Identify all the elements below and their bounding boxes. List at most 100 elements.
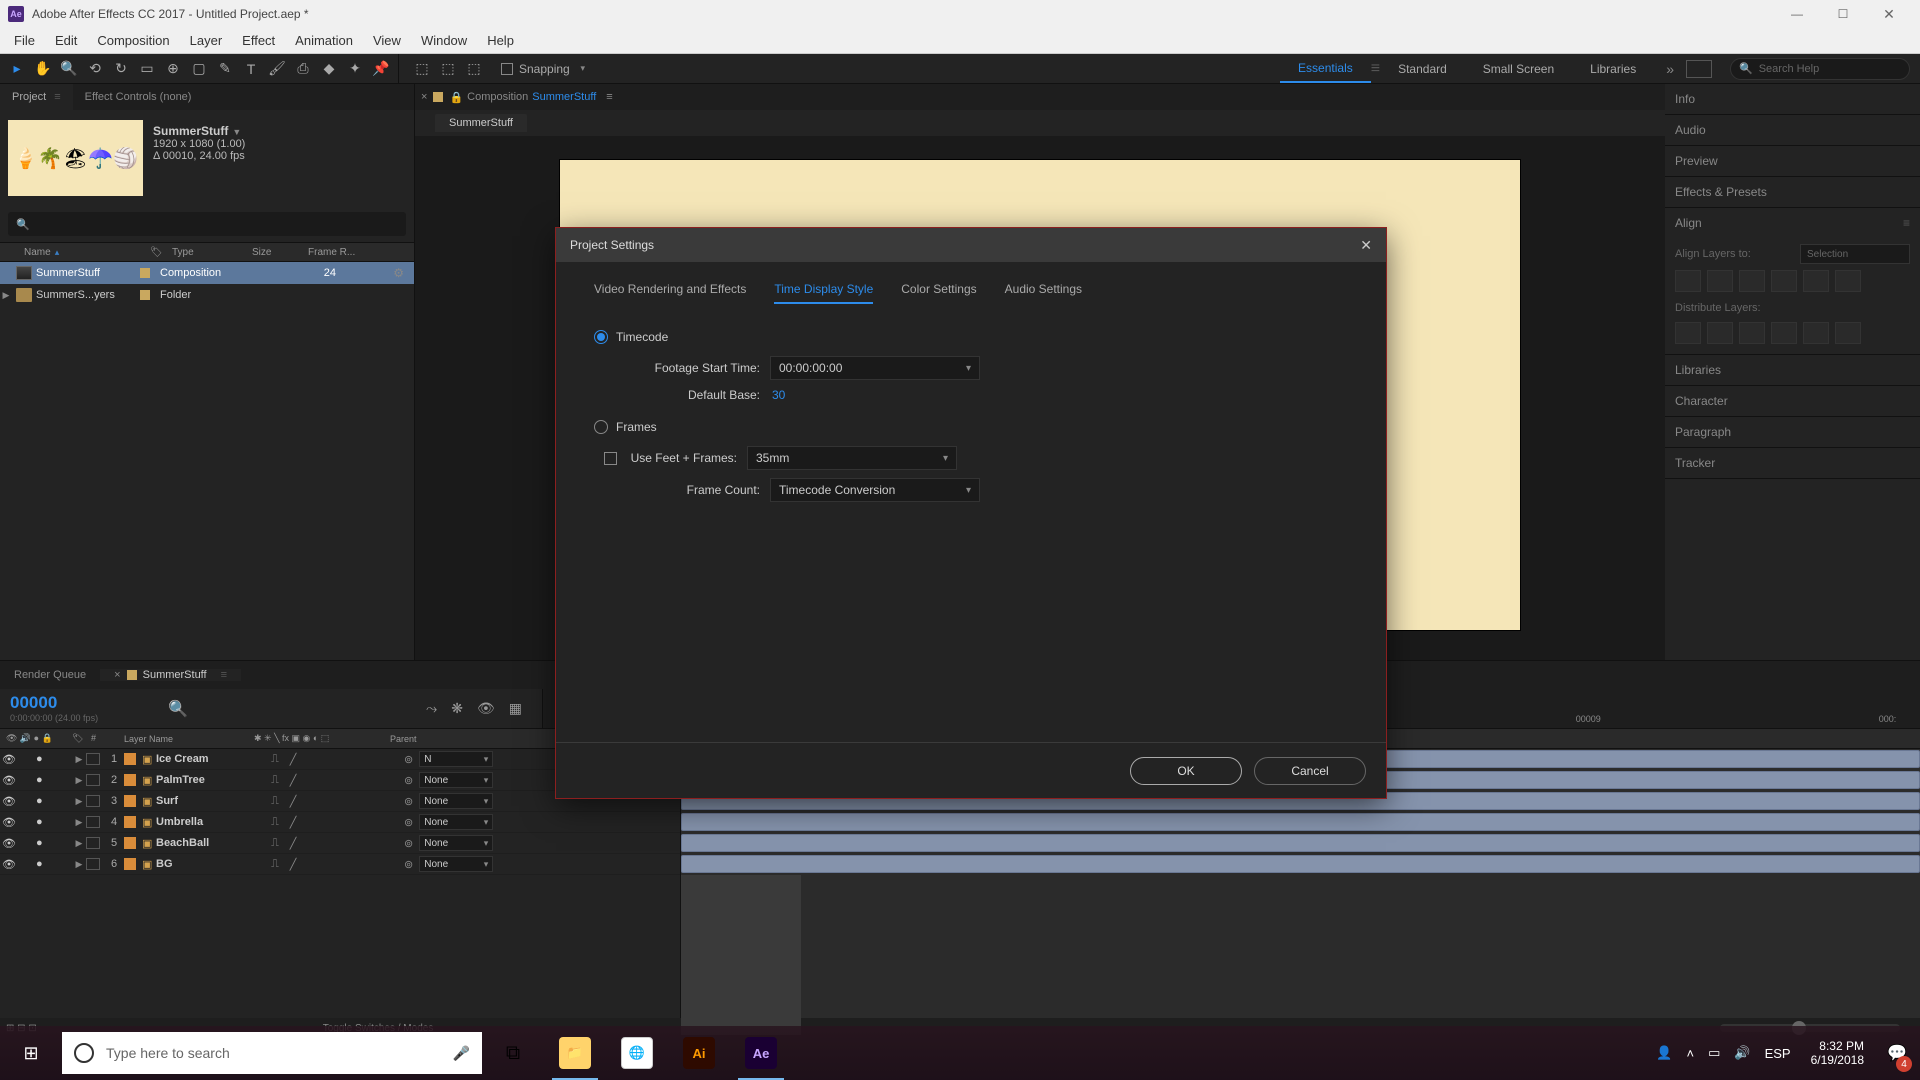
- pickwhip-icon[interactable]: ⊚: [404, 753, 413, 766]
- orbit-tool-icon[interactable]: ⟲: [82, 56, 108, 82]
- panel-menu-icon[interactable]: ≡: [606, 91, 612, 103]
- pickwhip-icon[interactable]: ⊚: [404, 774, 413, 787]
- zoom-tool-icon[interactable]: 🔍: [56, 56, 82, 82]
- taskbar-explorer[interactable]: 📁: [544, 1026, 606, 1080]
- camera-tool-icon[interactable]: ▭: [134, 56, 160, 82]
- panel-align[interactable]: Align≡: [1665, 208, 1920, 238]
- layer-checkbox[interactable]: [86, 837, 100, 849]
- cancel-button[interactable]: Cancel: [1254, 757, 1366, 785]
- search-help-input[interactable]: 🔍 Search Help: [1730, 58, 1910, 80]
- label-column-icon[interactable]: 🏷: [150, 247, 172, 258]
- align-hcenter-icon[interactable]: [1707, 270, 1733, 292]
- rotation-tool-icon[interactable]: ↻: [108, 56, 134, 82]
- axis-local-icon[interactable]: ⬚: [409, 56, 435, 82]
- layer-row[interactable]: 👁●▶5▣BeachBall⎍╱⊚None▾: [0, 833, 680, 854]
- timeline-search[interactable]: 🔍: [160, 689, 410, 728]
- snapping-checkbox[interactable]: [501, 63, 513, 75]
- parent-dropdown[interactable]: None▾: [419, 772, 493, 788]
- layer-checkbox[interactable]: [86, 858, 100, 870]
- footage-start-dropdown[interactable]: 00:00:00:00▾: [770, 356, 980, 380]
- visibility-toggle[interactable]: 👁: [0, 753, 18, 766]
- label-swatch[interactable]: [140, 268, 150, 278]
- puppet-tool-icon[interactable]: 📌: [368, 56, 394, 82]
- pickwhip-icon[interactable]: ⊚: [404, 795, 413, 808]
- minimize-button[interactable]: —: [1774, 0, 1820, 28]
- axis-view-icon[interactable]: ⬚: [461, 56, 487, 82]
- layer-checkbox[interactable]: [86, 795, 100, 807]
- menu-layer[interactable]: Layer: [180, 33, 233, 48]
- expand-icon[interactable]: ▶: [72, 754, 86, 765]
- panel-audio[interactable]: Audio: [1665, 115, 1920, 145]
- taskbar-after-effects[interactable]: Ae: [730, 1026, 792, 1080]
- feet-frames-dropdown[interactable]: 35mm▾: [747, 446, 957, 470]
- anchor-tool-icon[interactable]: ⊕: [160, 56, 186, 82]
- tab-color-settings[interactable]: Color Settings: [901, 282, 976, 304]
- draft-3d-icon[interactable]: ❋: [451, 700, 463, 717]
- workspace-more-icon[interactable]: »: [1654, 61, 1686, 77]
- tab-timeline-comp[interactable]: ×SummerStuff≡: [100, 669, 241, 681]
- comp-tab-name[interactable]: SummerStuff: [532, 91, 596, 103]
- menu-composition[interactable]: Composition: [87, 33, 179, 48]
- current-timecode[interactable]: 00000: [10, 693, 150, 713]
- radio-frames[interactable]: [594, 420, 608, 434]
- hand-tool-icon[interactable]: ✋: [30, 56, 56, 82]
- action-center-icon[interactable]: 💬4: [1874, 1026, 1920, 1080]
- pickwhip-icon[interactable]: ⊚: [404, 858, 413, 871]
- tab-video-rendering[interactable]: Video Rendering and Effects: [594, 282, 746, 304]
- mic-icon[interactable]: 🎤: [453, 1045, 470, 1062]
- align-right-icon[interactable]: [1739, 270, 1765, 292]
- system-tray[interactable]: 👤 ˄ ▭ 🔊 ESP: [1646, 1045, 1800, 1061]
- radio-timecode[interactable]: [594, 330, 608, 344]
- parent-dropdown[interactable]: None▾: [419, 856, 493, 872]
- maximize-button[interactable]: ☐: [1820, 0, 1866, 28]
- tab-project[interactable]: Project≡: [0, 84, 73, 110]
- panel-info[interactable]: Info: [1665, 84, 1920, 114]
- expand-icon[interactable]: ▶: [0, 290, 12, 301]
- align-top-icon[interactable]: [1771, 270, 1797, 292]
- menu-effect[interactable]: Effect: [232, 33, 285, 48]
- pen-tool-icon[interactable]: ✎: [212, 56, 238, 82]
- pickwhip-icon[interactable]: ⊚: [404, 816, 413, 829]
- lock-icon[interactable]: 🔒: [449, 91, 463, 104]
- shape-tool-icon[interactable]: ▢: [186, 56, 212, 82]
- clone-tool-icon[interactable]: ⎙: [290, 56, 316, 82]
- type-tool-icon[interactable]: T: [238, 56, 264, 82]
- dist-top-icon[interactable]: [1675, 322, 1701, 344]
- snapping-chevron-icon[interactable]: ▾: [570, 56, 596, 82]
- dist-vcenter-icon[interactable]: [1707, 322, 1733, 344]
- taskbar-clock[interactable]: 8:32 PM 6/19/2018: [1801, 1039, 1874, 1068]
- people-icon[interactable]: 👤: [1656, 1045, 1672, 1061]
- battery-icon[interactable]: ▭: [1708, 1045, 1720, 1061]
- default-base-value[interactable]: 30: [772, 388, 785, 402]
- workspace-essentials[interactable]: Essentials: [1280, 54, 1371, 83]
- volume-icon[interactable]: 🔊: [1734, 1045, 1750, 1061]
- parent-dropdown[interactable]: None▾: [419, 835, 493, 851]
- layer-row[interactable]: 👁●▶4▣Umbrella⎍╱⊚None▾: [0, 812, 680, 833]
- taskbar-chrome[interactable]: 🌐: [606, 1026, 668, 1080]
- dist-hcenter-icon[interactable]: [1803, 322, 1829, 344]
- panel-effects-presets[interactable]: Effects & Presets: [1665, 177, 1920, 207]
- tab-audio-settings[interactable]: Audio Settings: [1005, 282, 1082, 304]
- layer-row[interactable]: 👁●▶6▣BG⎍╱⊚None▾: [0, 854, 680, 875]
- tab-effect-controls[interactable]: Effect Controls (none): [73, 84, 204, 110]
- flowchart-tab[interactable]: SummerStuff: [435, 114, 527, 132]
- tray-chevron-icon[interactable]: ˄: [1687, 1046, 1695, 1061]
- dialog-close-icon[interactable]: ✕: [1360, 237, 1372, 254]
- selection-tool-icon[interactable]: ▸: [4, 56, 30, 82]
- align-to-dropdown[interactable]: Selection: [1800, 244, 1910, 264]
- panel-libraries[interactable]: Libraries: [1665, 355, 1920, 385]
- panel-preview[interactable]: Preview: [1665, 146, 1920, 176]
- language-indicator[interactable]: ESP: [1765, 1046, 1791, 1061]
- eraser-tool-icon[interactable]: ◆: [316, 56, 342, 82]
- brush-tool-icon[interactable]: 🖌: [264, 56, 290, 82]
- panel-tracker[interactable]: Tracker: [1665, 448, 1920, 478]
- shy-icon[interactable]: 👁: [477, 700, 495, 717]
- menu-file[interactable]: File: [4, 33, 45, 48]
- feet-frames-checkbox[interactable]: [604, 452, 617, 465]
- project-item-composition[interactable]: SummerStuff Composition 24 ⚙: [0, 262, 414, 284]
- taskbar-search[interactable]: Type here to search 🎤: [62, 1032, 482, 1074]
- parent-dropdown[interactable]: None▾: [419, 814, 493, 830]
- expand-icon[interactable]: ▶: [72, 838, 86, 849]
- workspace-libraries[interactable]: Libraries: [1572, 54, 1654, 83]
- panel-paragraph[interactable]: Paragraph: [1665, 417, 1920, 447]
